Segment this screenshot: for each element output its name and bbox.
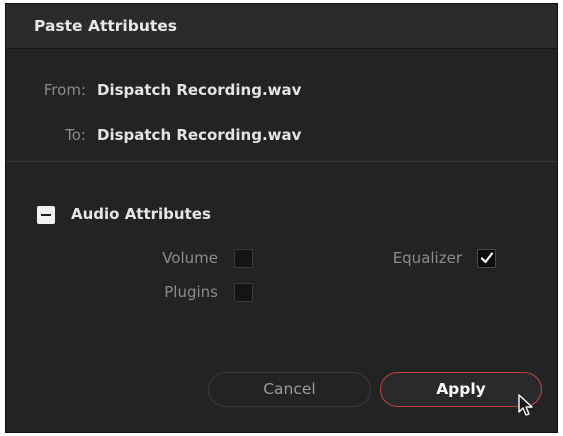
plugins-checkbox[interactable] bbox=[234, 283, 253, 302]
dialog-titlebar: Paste Attributes bbox=[6, 4, 557, 49]
option-label-plugins: Plugins bbox=[164, 283, 218, 301]
from-label: From: bbox=[43, 81, 86, 99]
equalizer-checkbox[interactable] bbox=[477, 249, 496, 268]
section-title-audio-attributes: Audio Attributes bbox=[71, 205, 211, 223]
mouse-pointer-icon bbox=[518, 394, 533, 416]
option-label-equalizer: Equalizer bbox=[392, 249, 462, 267]
section-divider bbox=[6, 161, 557, 162]
paste-attributes-dialog: Paste Attributes From: Dispatch Recordin… bbox=[5, 3, 558, 433]
to-value: Dispatch Recording.wav bbox=[97, 126, 302, 144]
volume-checkbox[interactable] bbox=[234, 249, 253, 268]
dialog-title: Paste Attributes bbox=[34, 17, 177, 35]
checkmark-icon bbox=[480, 252, 494, 264]
option-label-volume: Volume bbox=[162, 249, 218, 267]
minus-icon[interactable] bbox=[37, 206, 55, 224]
from-value: Dispatch Recording.wav bbox=[97, 81, 302, 99]
to-label: To: bbox=[65, 126, 86, 144]
cancel-button[interactable]: Cancel bbox=[208, 372, 371, 407]
